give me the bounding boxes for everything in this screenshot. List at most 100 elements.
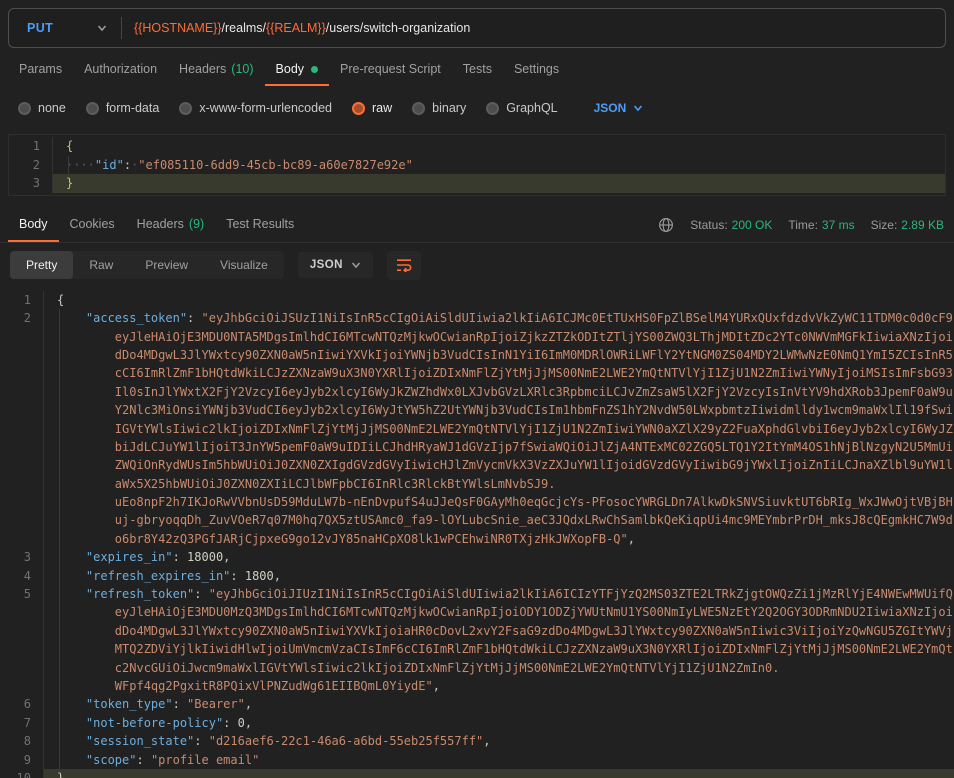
tab-settings[interactable]: Settings xyxy=(503,54,570,86)
line-number: 6 xyxy=(0,695,44,713)
tab-label: Body xyxy=(276,62,305,76)
response-type-dropdown[interactable]: JSON xyxy=(298,252,373,278)
tab-body[interactable]: Body xyxy=(265,54,330,86)
line-content: "token_type": "Bearer", xyxy=(44,695,954,713)
tab-tests[interactable]: Tests xyxy=(452,54,503,86)
tab-params[interactable]: Params xyxy=(8,54,73,86)
request-url-bar: PUT {{HOSTNAME}}/realms/{{REALM}}/users/… xyxy=(8,8,946,48)
body-content-dot xyxy=(311,66,318,73)
line-content: "refresh_expires_in": 1800, xyxy=(44,567,954,585)
body-mode-raw[interactable]: raw xyxy=(352,101,392,115)
line-number xyxy=(0,456,44,474)
response-toolbar: PrettyRawPreviewVisualize JSON xyxy=(0,243,954,288)
line-number: 7 xyxy=(0,714,44,732)
code-line-17: 5 "refresh_token": "eyJhbGciOiJIUzI1NiIs… xyxy=(0,585,954,603)
tab-authorization[interactable]: Authorization xyxy=(73,54,168,86)
line-content: "expires_in": 18000, xyxy=(44,548,954,566)
code-line-6: Il0sInJlYWxtX2FjY2VzcyI6eyJyb2xlcyI6WyJk… xyxy=(0,383,954,401)
tab-count: (9) xyxy=(189,217,204,231)
tab-label: Cookies xyxy=(70,217,115,231)
body-type-dropdown[interactable]: JSON xyxy=(594,101,644,115)
line-number: 3 xyxy=(9,174,53,193)
wrap-lines-icon xyxy=(396,258,412,272)
method-label: PUT xyxy=(27,21,53,35)
line-content: "refresh_token": "eyJhbGciOiJIUzI1NiIsIn… xyxy=(44,585,954,603)
tab-headers[interactable]: Headers(9) xyxy=(126,208,216,242)
postman-window: PUT {{HOSTNAME}}/realms/{{REALM}}/users/… xyxy=(0,0,954,778)
code-line-15: 3 "expires_in": 18000, xyxy=(0,548,954,566)
line-number xyxy=(0,328,44,346)
radio-icon xyxy=(86,102,99,115)
time-badge: Time:37 ms xyxy=(788,218,854,232)
body-mode-label: x-www-form-urlencoded xyxy=(199,101,332,115)
url-segment: /users/switch-organization xyxy=(326,21,471,35)
body-mode-binary[interactable]: binary xyxy=(412,101,466,115)
line-number xyxy=(0,511,44,529)
code-line-11: aWx5X25hbWUiOiJ0ZXN0ZXIiLCJlbWFpbCI6InRl… xyxy=(0,475,954,493)
code-line-1: 1{ xyxy=(0,291,954,309)
line-content: { xyxy=(53,137,945,156)
method-selector[interactable]: PUT xyxy=(9,9,121,47)
radio-selected-icon xyxy=(352,102,365,115)
view-raw[interactable]: Raw xyxy=(73,251,129,279)
code-line-7: Y2Nlc3MiOnsiYWNjb3VudCI6eyJyb2xlcyI6WyJt… xyxy=(0,401,954,419)
body-mode-graphql[interactable]: GraphQL xyxy=(486,101,557,115)
line-number xyxy=(0,364,44,382)
code-line-19: dDo4MDgwL3JlYWxtcy90ZXN0aW5nIiwiYXVkIjoi… xyxy=(0,622,954,640)
tab-body[interactable]: Body xyxy=(8,208,59,242)
tab-count: (10) xyxy=(231,62,253,76)
url-variable: {{REALM}} xyxy=(266,21,326,35)
view-visualize[interactable]: Visualize xyxy=(204,251,284,279)
response-section: BodyCookiesHeaders(9)Test Results Status… xyxy=(0,208,954,778)
code-line-3: 3} xyxy=(9,174,945,193)
request-body-editor[interactable]: 1{2····"id":·"ef085110-6dd9-45cb-bc89-a6… xyxy=(8,134,946,196)
body-mode-x-www-form-urlencoded[interactable]: x-www-form-urlencoded xyxy=(179,101,332,115)
body-mode-none[interactable]: none xyxy=(18,101,66,115)
code-line-5: cCI6ImRlZmF1bHQtdWkiLCJzZXNzaW9uX3N0YXRl… xyxy=(0,364,954,382)
code-line-10: ZWQiOnRydWUsIm5hbWUiOiJ0ZXN0ZXIgdGVzdGVy… xyxy=(0,456,954,474)
code-line-8: IGVtYWlsIiwic2lkIjoiZDIxNmFlZjYtMjJjMS00… xyxy=(0,420,954,438)
line-content: c2NvcGUiOiJwcm9maWxlIGVtYWlsIiwic2lkIjoi… xyxy=(44,659,954,677)
line-number: 1 xyxy=(9,137,53,156)
code-line-18: eyJleHAiOjE3MDU0MzQ3MDgsImlhdCI6MTcwNTQz… xyxy=(0,603,954,621)
view-preview[interactable]: Preview xyxy=(129,251,204,279)
line-content: { xyxy=(44,291,954,309)
tab-label: Settings xyxy=(514,62,559,76)
body-mode-options: none form-data x-www-form-urlencoded raw bin… xyxy=(18,96,954,120)
tab-test-results[interactable]: Test Results xyxy=(215,208,305,242)
tab-cookies[interactable]: Cookies xyxy=(59,208,126,242)
body-mode-form-data[interactable]: form-data xyxy=(86,101,160,115)
line-number xyxy=(0,603,44,621)
line-content: eyJleHAiOjE3MDU0MzQ3MDgsImlhdCI6MTcwNTQz… xyxy=(44,603,954,621)
url-variable: {{HOSTNAME}} xyxy=(134,21,222,35)
line-content: ZWQiOnRydWUsIm5hbWUiOiJ0ZXN0ZXIgdGVzdGVy… xyxy=(44,456,954,474)
radio-icon xyxy=(412,102,425,115)
tab-headers[interactable]: Headers(10) xyxy=(168,54,264,86)
response-tabs: Body Cookies Headers(9)Test Results xyxy=(0,208,305,242)
code-line-26: 9 "scope": "profile email" xyxy=(0,751,954,769)
code-line-2: 2 "access_token": "eyJhbGciOiJSUzI1NiIsI… xyxy=(0,309,954,327)
response-header: BodyCookiesHeaders(9)Test Results Status… xyxy=(0,208,954,243)
code-line-12: uEo8npF2h7IKJoRwVVbnUsD59MduLW7b-nEnDvpu… xyxy=(0,493,954,511)
code-line-24: 7 "not-before-policy": 0, xyxy=(0,714,954,732)
line-number: 3 xyxy=(0,548,44,566)
line-content: eyJleHAiOjE3MDU0NTA5MDgsImlhdCI6MTcwNTQz… xyxy=(44,328,954,346)
line-content: } xyxy=(44,769,954,778)
response-body-editor[interactable]: 1{2 "access_token": "eyJhbGciOiJSUzI1NiI… xyxy=(0,291,954,778)
view-pretty[interactable]: Pretty xyxy=(10,251,73,279)
body-mode-label: binary xyxy=(432,101,466,115)
tab-pre-request-script[interactable]: Pre-request Script xyxy=(329,54,452,86)
line-content: dDo4MDgwL3JlYWxtcy90ZXN0aW5nIiwiYXVkIjoi… xyxy=(44,346,954,364)
line-number: 1 xyxy=(0,291,44,309)
url-segment: /realms/ xyxy=(222,21,266,35)
line-number: 9 xyxy=(0,751,44,769)
radio-icon xyxy=(486,102,499,115)
url-input[interactable]: {{HOSTNAME}}/realms/{{REALM}}/users/swit… xyxy=(122,21,945,35)
size-badge: Size:2.89 KB xyxy=(871,218,944,232)
wrap-lines-button[interactable] xyxy=(387,251,421,280)
code-line-16: 4 "refresh_expires_in": 1800, xyxy=(0,567,954,585)
code-line-13: uj-gbryoqqDh_ZuvVOeR7q07M0hq7QX5ztUSAmc0… xyxy=(0,511,954,529)
line-content: Il0sInJlYWxtX2FjY2VzcyI6eyJyb2xlcyI6WyJk… xyxy=(44,383,954,401)
line-content: } xyxy=(53,174,945,193)
line-content: uj-gbryoqqDh_ZuvVOeR7q07M0hq7QX5ztUSAmc0… xyxy=(44,511,954,529)
